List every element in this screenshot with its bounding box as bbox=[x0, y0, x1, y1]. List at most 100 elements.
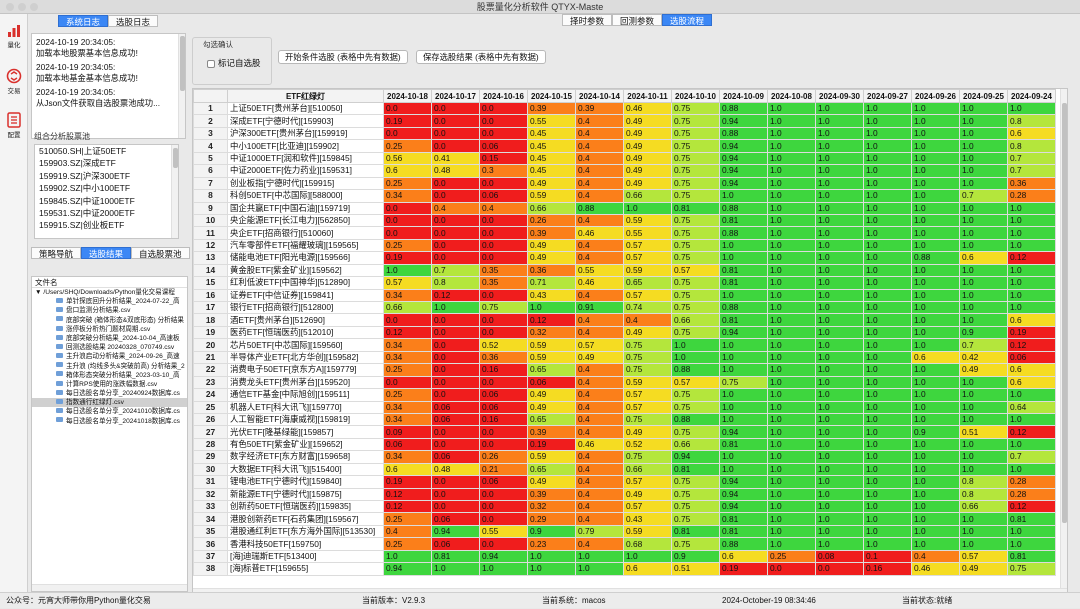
table-row[interactable]: 26 人工智能ETF[海康威视][159819] 0.34 0.06 0.16 0.65 0… bbox=[193, 412, 1056, 427]
log-scrollbar[interactable] bbox=[178, 34, 185, 138]
table-row[interactable]: 18 酒ETF[贵州茅台][512690] 0.0 0.0 0.0 0.12 0.4 0.4 0… bbox=[193, 313, 1056, 327]
pool-item[interactable]: 510050.SH|上证50ETF bbox=[35, 145, 178, 157]
zoom-window-icon[interactable] bbox=[30, 3, 38, 11]
date-column-header[interactable]: 2024-10-10 bbox=[671, 89, 720, 103]
date-column-header[interactable]: 2024-10-17 bbox=[431, 89, 480, 103]
date-column-header[interactable]: 2024-10-08 bbox=[767, 89, 816, 103]
file-item[interactable]: 每日选股名单分享_20241010数据库.cs bbox=[32, 407, 187, 416]
file-item[interactable]: 每日选股名单分享_20240924数据库.cs bbox=[32, 389, 187, 398]
table-row[interactable]: 21 半导体产业ETF[北方华创][159582] 0.34 0.0 0.36 0.59 0… bbox=[193, 350, 1056, 365]
table-row[interactable]: 6 中证2000ETF[佐力药业][159531] 0.6 0.48 0.3 0.45 0.… bbox=[193, 164, 1056, 178]
table-row[interactable]: 19 医药ETF[恒瑞医药][512010] 0.12 0.0 0.0 0.32 0.4 0.… bbox=[193, 325, 1056, 340]
table-row[interactable]: 2 深成ETF[宁德时代][159903] 0.19 0.0 0.0 0.55 0.4 0.4… bbox=[193, 114, 1056, 128]
date-column-header[interactable]: 2024-09-30 bbox=[815, 89, 864, 103]
table-row[interactable]: 3 沪深300ETF[贵州茅台][159919] 0.0 0.0 0.0 0.45 0.4 0… bbox=[193, 126, 1056, 141]
date-column-header[interactable]: 2024-09-25 bbox=[959, 89, 1008, 103]
date-column-header[interactable]: 2024-10-14 bbox=[575, 89, 624, 103]
table-row[interactable]: 24 通信ETF基金[中际旭创][159511] 0.25 0.0 0.06 0.49 0.… bbox=[193, 388, 1056, 402]
mark-custom-checkbox[interactable]: 标记自选股 bbox=[207, 57, 261, 69]
tab-stock-log[interactable]: 选股日志 bbox=[108, 15, 159, 27]
date-column-header[interactable]: 2024-10-16 bbox=[479, 89, 528, 103]
table-row[interactable]: 15 红利低波ETF[中国神华][512890] 0.57 0.8 0.35 0.71 0.… bbox=[193, 276, 1056, 290]
pool-item[interactable]: 159531.SZ|中证2000ETF bbox=[35, 207, 178, 219]
table-row[interactable]: 20 芯片50ETF[中芯国际][159560] 0.34 0.0 0.52 0.59 0.… bbox=[193, 338, 1056, 352]
tab-selection-result[interactable]: 选股结果 bbox=[81, 247, 132, 259]
toolbar-quant-button[interactable]: 量化 bbox=[0, 20, 28, 60]
toolbar-trade-button[interactable]: 交易 bbox=[0, 64, 28, 104]
tab-timing-params[interactable]: 择时参数 bbox=[562, 14, 613, 26]
table-row[interactable]: 28 有色50ETF[紫金矿业][159652] 0.06 0.0 0.0 0.19 0.4… bbox=[193, 437, 1056, 452]
table-row[interactable]: 10 央企能源ETF[长江电力][562850] 0.0 0.0 0.0 0.26 0.4 0… bbox=[193, 213, 1056, 228]
file-item[interactable]: 涨停板分析热门题材周期.csv bbox=[32, 325, 187, 334]
file-item[interactable]: 主升浪 (均线多头&突破前高) 分析结果_2 bbox=[32, 362, 187, 371]
table-row[interactable]: 34 港股创新药ETF[石药集团][159567] 0.25 0.06 0.0 0.29 0… bbox=[193, 512, 1056, 526]
file-item[interactable]: 回测选股结果 20240328_070749.csv bbox=[32, 343, 187, 352]
table-row[interactable]: 25 机器人ETF[科大讯飞][159770] 0.34 0.06 0.06 0.49 0.… bbox=[193, 400, 1056, 414]
table-row[interactable]: 37 [海]迪瑞斯ETF[513400] 1.0 0.81 0.94 1.0 1.0 1.0 0… bbox=[193, 549, 1056, 564]
table-row[interactable]: 23 消费龙头ETF[贵州茅台][159520] 0.0 0.0 0.0 0.06 0.4 0… bbox=[193, 375, 1056, 390]
table-row[interactable]: 32 新能源ETF[宁德时代][159875] 0.12 0.0 0.0 0.39 0.4 0… bbox=[193, 487, 1056, 502]
minimize-window-icon[interactable] bbox=[18, 3, 26, 11]
file-item[interactable]: 指数通行红绿灯.csv bbox=[32, 398, 187, 408]
table-row[interactable]: 7 创业板指[宁德时代][159915] 0.25 0.0 0.0 0.49 0.4 0.49… bbox=[193, 176, 1056, 191]
date-column-header[interactable]: 2024-09-27 bbox=[863, 89, 912, 103]
pool-scrollbar[interactable] bbox=[171, 145, 178, 238]
pool-item[interactable]: 159903.SZ|深成ETF bbox=[35, 157, 178, 169]
file-item[interactable]: 底部突破 (箱体形态&双底形态) 分析结果 bbox=[32, 316, 187, 325]
table-row[interactable]: 33 创新药50ETF[恒瑞医药][159835] 0.12 0.0 0.0 0.32 0.… bbox=[193, 499, 1056, 514]
table-row[interactable]: 27 光伏ETF[隆基绿能][159857] 0.09 0.0 0.0 0.39 0.4 0.… bbox=[193, 425, 1056, 439]
table-row[interactable]: 29 数字经济ETF[东方财富][159658] 0.34 0.06 0.26 0.59 0… bbox=[193, 450, 1056, 464]
file-tree-root[interactable]: ▼ /Users/SHQ/Downloads/Python量化交易课程 bbox=[32, 288, 187, 297]
table-row[interactable]: 1 上证50ETF[贵州茅台][510050] 0.0 0.0 0.0 0.39 0.39 0… bbox=[193, 101, 1056, 116]
date-column-header[interactable]: 2024-10-09 bbox=[719, 89, 768, 103]
signal-value-cell: 0.88 bbox=[719, 226, 768, 240]
start-selection-button[interactable]: 开始条件选股 (表格中先有数据) bbox=[278, 50, 408, 64]
table-row[interactable]: 14 黄金股ETF[紫金矿业][159562] 1.0 0.7 0.35 0.36 0.55… bbox=[193, 263, 1056, 278]
table-row[interactable]: 30 大数据ETF[科大讯飞][515400] 0.6 0.48 0.21 0.65 0.4… bbox=[193, 462, 1056, 477]
file-item[interactable]: 计算RPS使用的涨跌幅数据.csv bbox=[32, 380, 187, 389]
pool-item[interactable]: 159919.SZ|沪深300ETF bbox=[35, 170, 178, 182]
table-row[interactable]: 13 储能电池ETF[阳光电源][159566] 0.19 0.0 0.0 0.49 0.4… bbox=[193, 251, 1056, 265]
date-column-header[interactable]: 2024-09-24 bbox=[1007, 89, 1056, 103]
file-item[interactable]: 箱体形态突破分析结果_2023-03-10_高 bbox=[32, 371, 187, 380]
pool-item[interactable]: 159915.SZ|创业板ETF bbox=[35, 219, 178, 231]
table-row[interactable]: 17 银行ETF[招商银行][512800] 0.66 1.0 0.75 1.0 0.91 0… bbox=[193, 300, 1056, 315]
pool-item[interactable]: 159845.SZ|中证1000ETF bbox=[35, 195, 178, 207]
etf-name-header[interactable]: ETF红绿灯 bbox=[227, 89, 384, 103]
tab-custom-pool[interactable]: 自选股票池 bbox=[131, 247, 190, 259]
table-row[interactable]: 8 科创50ETF[中芯国际][588000] 0.34 0.0 0.06 0.59 0.4… bbox=[193, 189, 1056, 203]
file-item[interactable]: 主升浪启动分析结果_2024-09-26_高速 bbox=[32, 352, 187, 361]
tab-selection-flow[interactable]: 选股流程 bbox=[662, 14, 713, 26]
date-column-header[interactable]: 2024-10-15 bbox=[527, 89, 576, 103]
table-row[interactable]: 36 香港科技50ETF[159750] 0.25 0.06 0.0 0.23 0.4 0.6… bbox=[193, 537, 1056, 551]
toolbar-config-button[interactable]: 配置 bbox=[0, 108, 28, 148]
date-column-header[interactable]: 2024-10-11 bbox=[623, 89, 672, 103]
table-vscrollbar[interactable] bbox=[1060, 89, 1067, 588]
pool-item[interactable]: 159902.SZ|中小100ETF bbox=[35, 182, 178, 194]
table-row[interactable]: 16 证券ETF[中信证券][159841] 0.34 0.12 0.0 0.43 0.4 0… bbox=[193, 288, 1056, 303]
file-hscrollbar[interactable] bbox=[32, 584, 187, 591]
table-row[interactable]: 11 央企ETF[招商银行][510060] 0.0 0.0 0.0 0.39 0.46 0.… bbox=[193, 226, 1056, 240]
signal-value-cell: 0.19 bbox=[383, 475, 432, 489]
table-row[interactable]: 22 消费电子50ETF[京东方A][159779] 0.25 0.0 0.16 0.65… bbox=[193, 363, 1056, 377]
table-row[interactable]: 4 中小100ETF[比亚迪][159902] 0.25 0.0 0.06 0.45 0.4… bbox=[193, 139, 1056, 153]
table-row[interactable]: 12 汽车零部件ETF[福耀玻璃][159565] 0.25 0.0 0.0 0.49 0.… bbox=[193, 238, 1056, 253]
signal-value-cell: 0.7 bbox=[1007, 164, 1056, 178]
date-column-header[interactable]: 2024-10-18 bbox=[383, 89, 432, 103]
tab-system-log[interactable]: 系统日志 bbox=[58, 15, 109, 27]
checkbox-box[interactable] bbox=[207, 59, 215, 68]
table-row[interactable]: 5 中证1000ETF[润和软件][159845] 0.56 0.41 0.15 0.45… bbox=[193, 151, 1056, 166]
table-row[interactable]: 9 国企共赢ETF[中国石油][159719] 0.0 0.4 0.4 0.66 0.88 1… bbox=[193, 201, 1056, 215]
tab-strategy-nav[interactable]: 策略导航 bbox=[31, 247, 82, 259]
file-item[interactable]: 每日选股名单分享_20241018数据库.cs bbox=[32, 417, 187, 426]
file-item[interactable]: 底部突破分析结果_2024-10-04_高速板 bbox=[32, 334, 187, 343]
file-item[interactable]: 盘口监测分析结果.csv bbox=[32, 306, 187, 315]
table-row[interactable]: 38 [海]标普ETF[159655] 0.94 1.0 1.0 1.0 1.0 0.6 0.5… bbox=[193, 562, 1056, 576]
tab-backtest-params[interactable]: 回测参数 bbox=[612, 14, 663, 26]
date-column-header[interactable]: 2024-09-26 bbox=[911, 89, 960, 103]
close-window-icon[interactable] bbox=[6, 3, 14, 11]
save-selection-button[interactable]: 保存选股结果 (表格中先有数据) bbox=[416, 50, 546, 64]
table-row[interactable]: 35 港股通红利ETF[东方海外国际][513530] 0.4 0.94 0.55 0.9… bbox=[193, 524, 1056, 539]
table-row[interactable]: 31 锂电池ETF[宁德时代][159840] 0.19 0.0 0.06 0.49 0.4… bbox=[193, 475, 1056, 489]
file-item[interactable]: 单针探底回升分析结果_2024-07-22_高 bbox=[32, 297, 187, 306]
